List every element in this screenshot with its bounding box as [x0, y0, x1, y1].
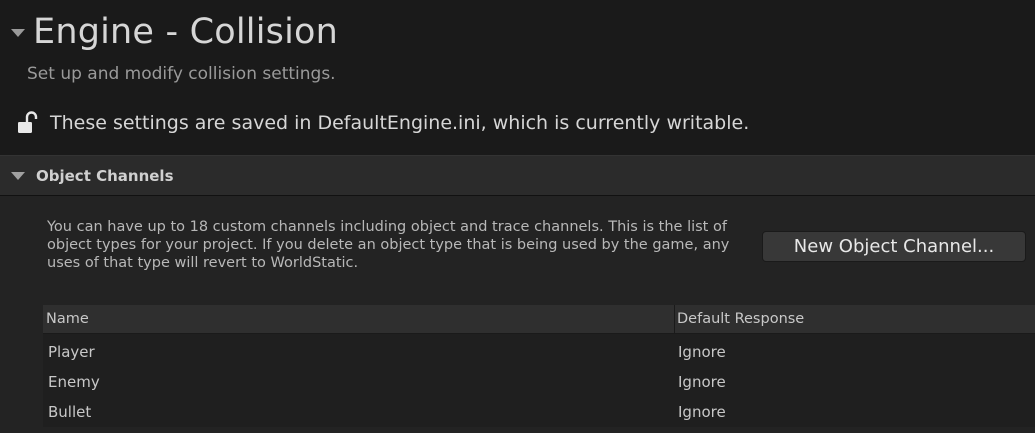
- section-description: You can have up to 18 custom channels in…: [47, 219, 730, 271]
- page-subtitle: Set up and modify collision settings.: [27, 64, 336, 84]
- channel-name: Bullet: [48, 403, 92, 421]
- section-title: Object Channels: [36, 166, 174, 185]
- object-channels-table: Name Default Response Player Ignore Enem…: [43, 305, 1035, 427]
- object-channels-section-body: You can have up to 18 custom channels in…: [0, 196, 1035, 433]
- collapse-arrow-icon[interactable]: [11, 29, 25, 37]
- table-row[interactable]: Enemy Ignore: [43, 367, 1035, 397]
- new-object-channel-button[interactable]: New Object Channel...: [762, 231, 1026, 262]
- category-header[interactable]: Engine - Collision: [0, 8, 338, 56]
- column-header-name[interactable]: Name: [43, 311, 674, 327]
- channel-default-response: Ignore: [678, 403, 726, 421]
- save-notice-text: These settings are saved in DefaultEngin…: [50, 112, 750, 134]
- table-body: Player Ignore Enemy Ignore Bullet Ignore: [43, 334, 1035, 427]
- table-row[interactable]: Player Ignore: [43, 337, 1035, 367]
- channel-default-response: Ignore: [678, 373, 726, 391]
- save-notice: These settings are saved in DefaultEngin…: [16, 110, 749, 136]
- unlocked-padlock-icon[interactable]: [16, 110, 40, 136]
- table-header: Name Default Response: [43, 305, 1035, 334]
- table-row[interactable]: Bullet Ignore: [43, 397, 1035, 427]
- collapse-arrow-icon[interactable]: [11, 171, 25, 180]
- collision-settings-page: Engine - Collision Set up and modify col…: [0, 0, 1035, 433]
- column-header-default-response[interactable]: Default Response: [675, 311, 1035, 327]
- object-channels-section-header[interactable]: Object Channels: [0, 155, 1035, 196]
- channel-name: Enemy: [48, 373, 100, 391]
- channel-name: Player: [48, 343, 95, 361]
- page-title: Engine - Collision: [33, 12, 339, 52]
- channel-default-response: Ignore: [678, 343, 726, 361]
